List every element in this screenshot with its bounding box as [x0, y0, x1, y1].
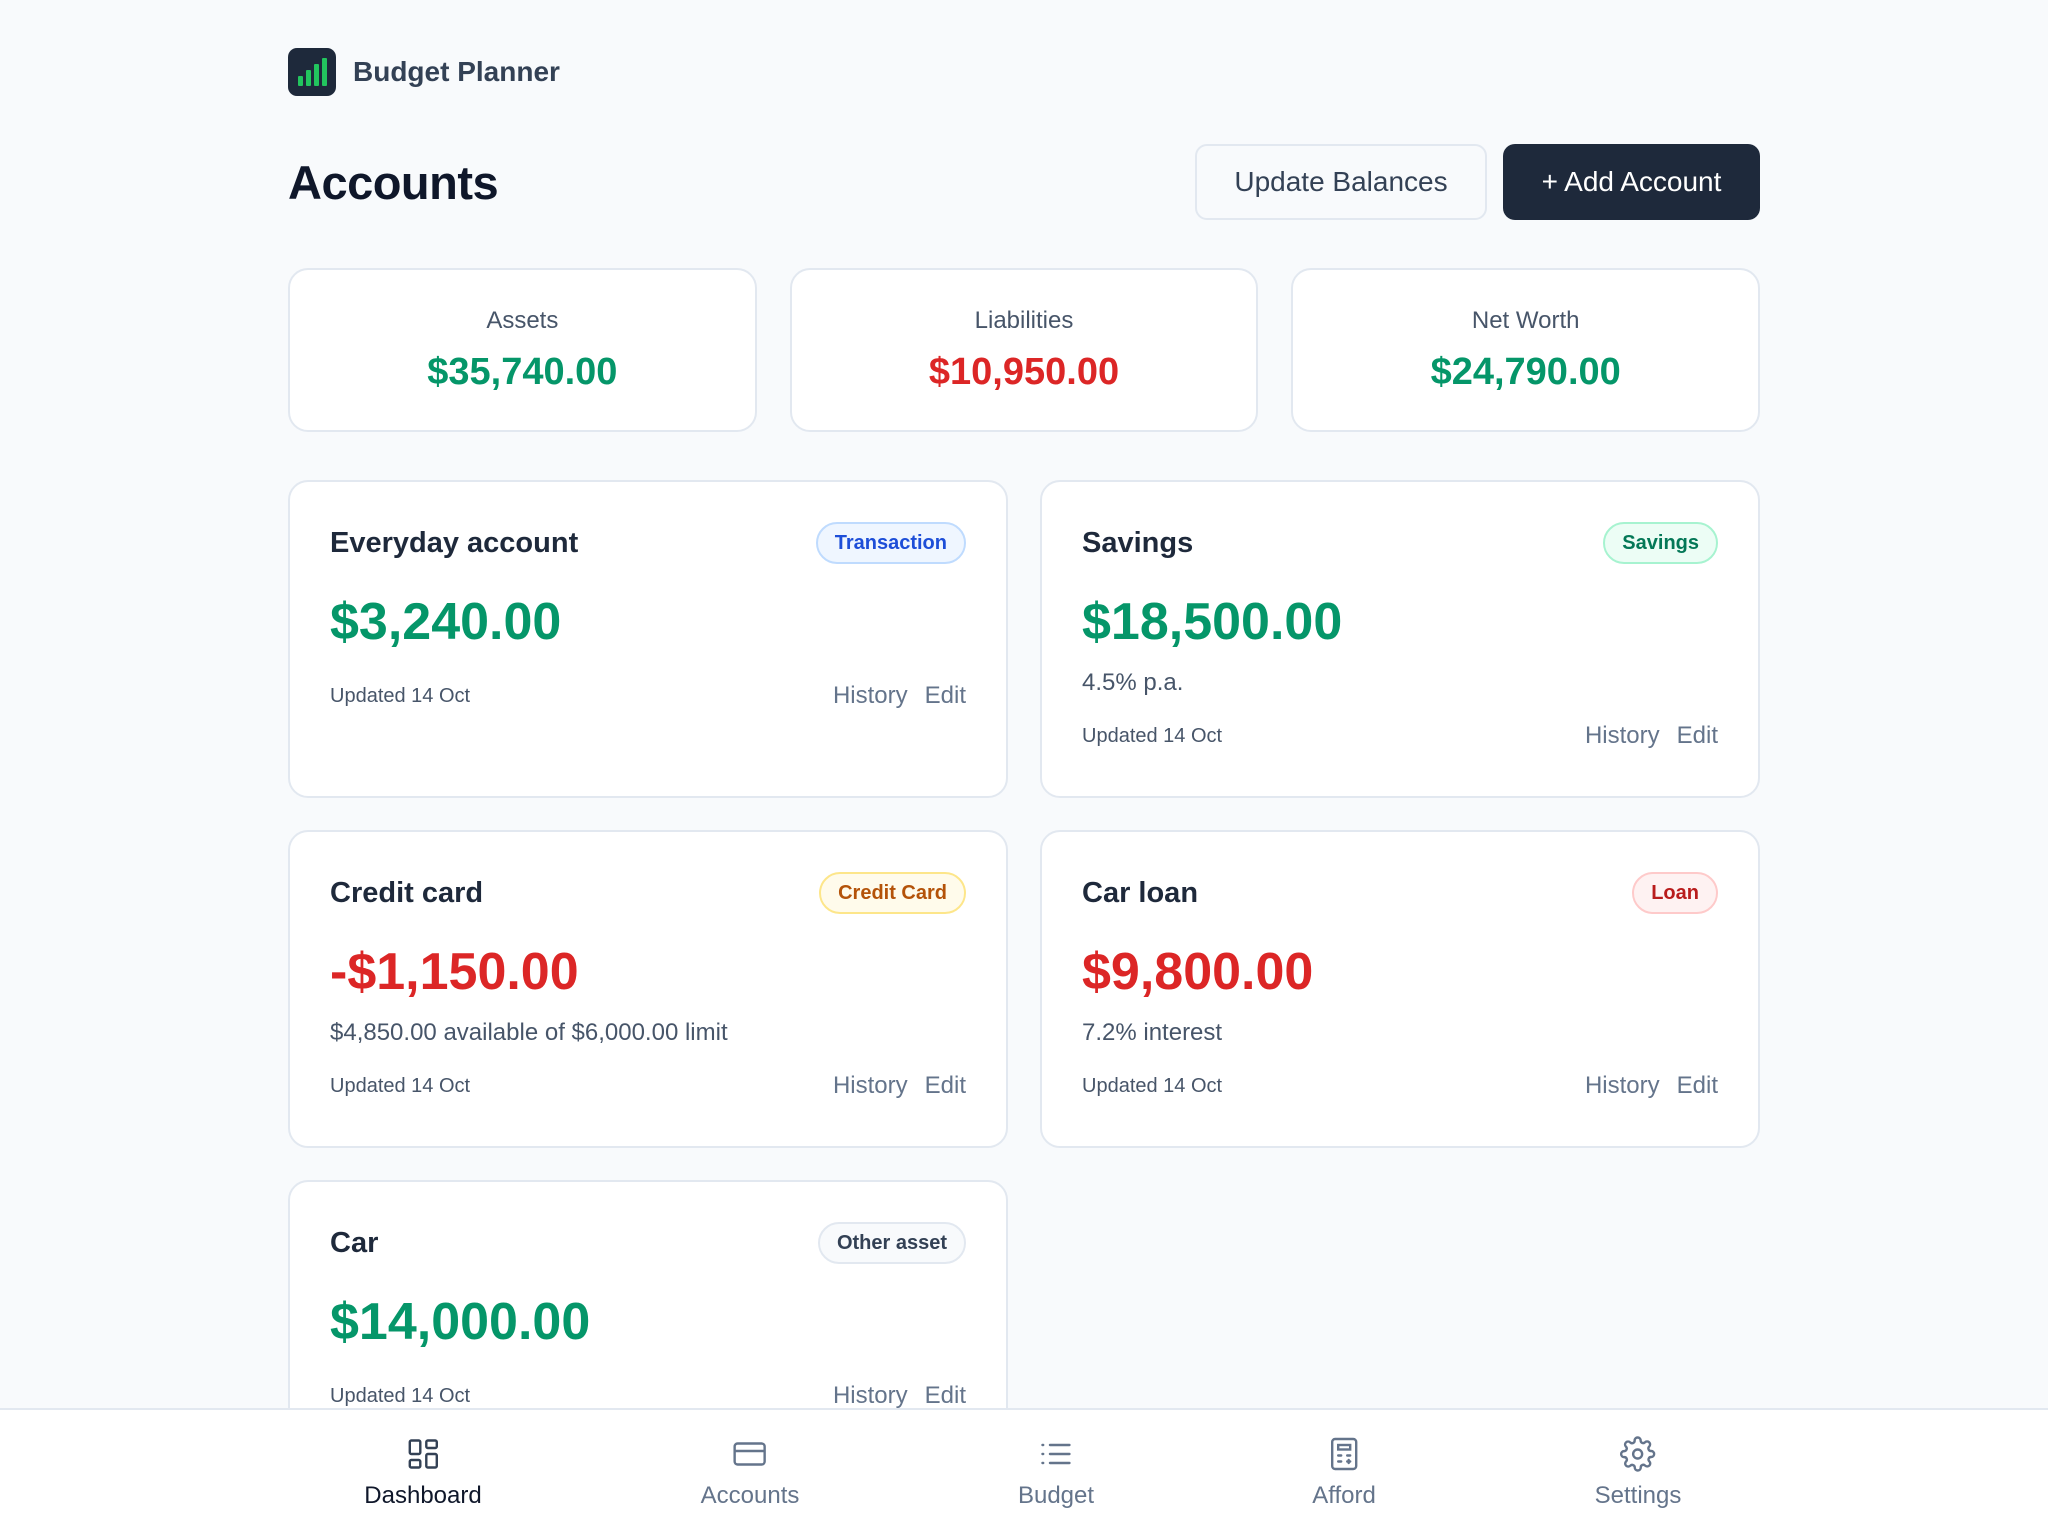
- account-updated: Updated 14 Oct: [330, 1384, 471, 1407]
- history-link[interactable]: History: [1585, 722, 1660, 750]
- net-worth-label: Net Worth: [1471, 306, 1580, 334]
- account-detail: 4.5% p.a.: [1082, 669, 1184, 696]
- account-updated: Updated 14 Oct: [1082, 1074, 1223, 1097]
- liabilities-label: Liabilities: [974, 306, 1074, 334]
- gear-icon: [1620, 1436, 1656, 1472]
- edit-link[interactable]: Edit: [1677, 1072, 1718, 1100]
- net-worth-value: $24,790.00: [1430, 350, 1621, 393]
- account-footer: Updated 14 Oct History Edit: [330, 682, 966, 710]
- assets-label: Assets: [486, 306, 559, 334]
- brand-name: Budget Planner: [353, 56, 560, 87]
- liabilities-card: Liabilities $10,950.00: [789, 268, 1259, 432]
- account-footer: Updated 14 Oct History Edit: [1082, 1072, 1718, 1100]
- account-card-everyday[interactable]: Everyday account Transaction $3,240.00 U…: [288, 480, 1008, 798]
- account-name: Car: [330, 1226, 379, 1259]
- account-name: Savings: [1082, 526, 1194, 559]
- dashboard-icon: [408, 1439, 438, 1469]
- bar-chart-icon: [288, 48, 336, 96]
- nav-label: Accounts: [700, 1482, 800, 1509]
- account-name: Credit card: [330, 876, 484, 909]
- account-footer: Updated 14 Oct History Edit: [330, 1382, 966, 1410]
- edit-link[interactable]: Edit: [1677, 722, 1718, 750]
- account-detail: 7.2% interest: [1082, 1019, 1223, 1046]
- account-name: Everyday account: [330, 526, 579, 559]
- account-card-credit[interactable]: Credit card Credit Card -$1,150.00 $4,85…: [288, 830, 1008, 1148]
- page-header: Accounts Update Balances + Add Account: [288, 143, 1760, 221]
- nav-label: Afford: [1312, 1482, 1376, 1509]
- nav-afford[interactable]: Afford: [1312, 1436, 1376, 1510]
- list-icon: [1041, 1443, 1071, 1465]
- account-detail: $4,850.00 available of $6,000.00 limit: [330, 1019, 728, 1046]
- nav-label: Settings: [1594, 1482, 1682, 1509]
- assets-value: $35,740.00: [427, 350, 618, 393]
- header-actions: Update Balances + Add Account: [1195, 144, 1760, 220]
- net-worth-card: Net Worth $24,790.00: [1291, 268, 1761, 432]
- account-type-badge: Transaction: [815, 522, 966, 564]
- history-link[interactable]: History: [833, 1382, 908, 1410]
- account-type-badge: Other asset: [817, 1222, 966, 1264]
- account-updated: Updated 14 Oct: [330, 1074, 471, 1097]
- account-balance: -$1,150.00: [330, 943, 579, 1001]
- credit-card-icon: [733, 1442, 767, 1466]
- account-type-badge: Credit Card: [819, 872, 966, 914]
- account-balance: $18,500.00: [1082, 593, 1343, 651]
- update-balances-button[interactable]: Update Balances: [1195, 144, 1487, 220]
- history-link[interactable]: History: [833, 682, 908, 710]
- account-balance: $9,800.00: [1082, 943, 1314, 1001]
- account-updated: Updated 14 Oct: [1082, 724, 1223, 747]
- brand[interactable]: Budget Planner: [288, 48, 560, 96]
- assets-card: Assets $35,740.00: [288, 268, 757, 432]
- liabilities-value: $10,950.00: [928, 350, 1120, 393]
- nav-accounts[interactable]: Accounts: [700, 1436, 800, 1510]
- bottom-nav: Dashboard Accounts Budget Afford Setting…: [0, 1408, 2048, 1536]
- account-name: Car loan: [1082, 876, 1199, 909]
- account-card-car-loan[interactable]: Car loan Loan $9,800.00 7.2% interest Up…: [1040, 830, 1760, 1148]
- account-balance: $14,000.00: [330, 1293, 591, 1351]
- account-type-badge: Loan: [1632, 872, 1718, 914]
- history-link[interactable]: History: [1585, 1072, 1660, 1100]
- nav-budget[interactable]: Budget: [1018, 1436, 1094, 1510]
- account-footer: Updated 14 Oct History Edit: [330, 1072, 966, 1100]
- accounts-grid: Everyday account Transaction $3,240.00 U…: [288, 480, 1760, 1498]
- edit-link[interactable]: Edit: [925, 1382, 966, 1410]
- nav-settings[interactable]: Settings: [1594, 1436, 1682, 1510]
- edit-link[interactable]: Edit: [925, 682, 966, 710]
- account-card-savings[interactable]: Savings Savings $18,500.00 4.5% p.a. Upd…: [1040, 480, 1760, 798]
- account-footer: Updated 14 Oct History Edit: [1082, 722, 1718, 750]
- edit-link[interactable]: Edit: [925, 1072, 966, 1100]
- nav-label: Budget: [1017, 1482, 1095, 1509]
- page-title: Accounts: [288, 155, 499, 209]
- history-link[interactable]: History: [833, 1072, 908, 1100]
- account-updated: Updated 14 Oct: [330, 684, 471, 707]
- summary-cards: Assets $35,740.00 Liabilities $10,950.00…: [288, 268, 1761, 432]
- account-type-badge: Savings: [1603, 522, 1718, 564]
- add-account-button[interactable]: + Add Account: [1503, 144, 1760, 220]
- account-balance: $3,240.00: [330, 593, 562, 651]
- nav-dashboard[interactable]: Dashboard: [364, 1436, 482, 1510]
- nav-label: Dashboard: [364, 1482, 482, 1509]
- calculator-icon: [1330, 1437, 1358, 1471]
